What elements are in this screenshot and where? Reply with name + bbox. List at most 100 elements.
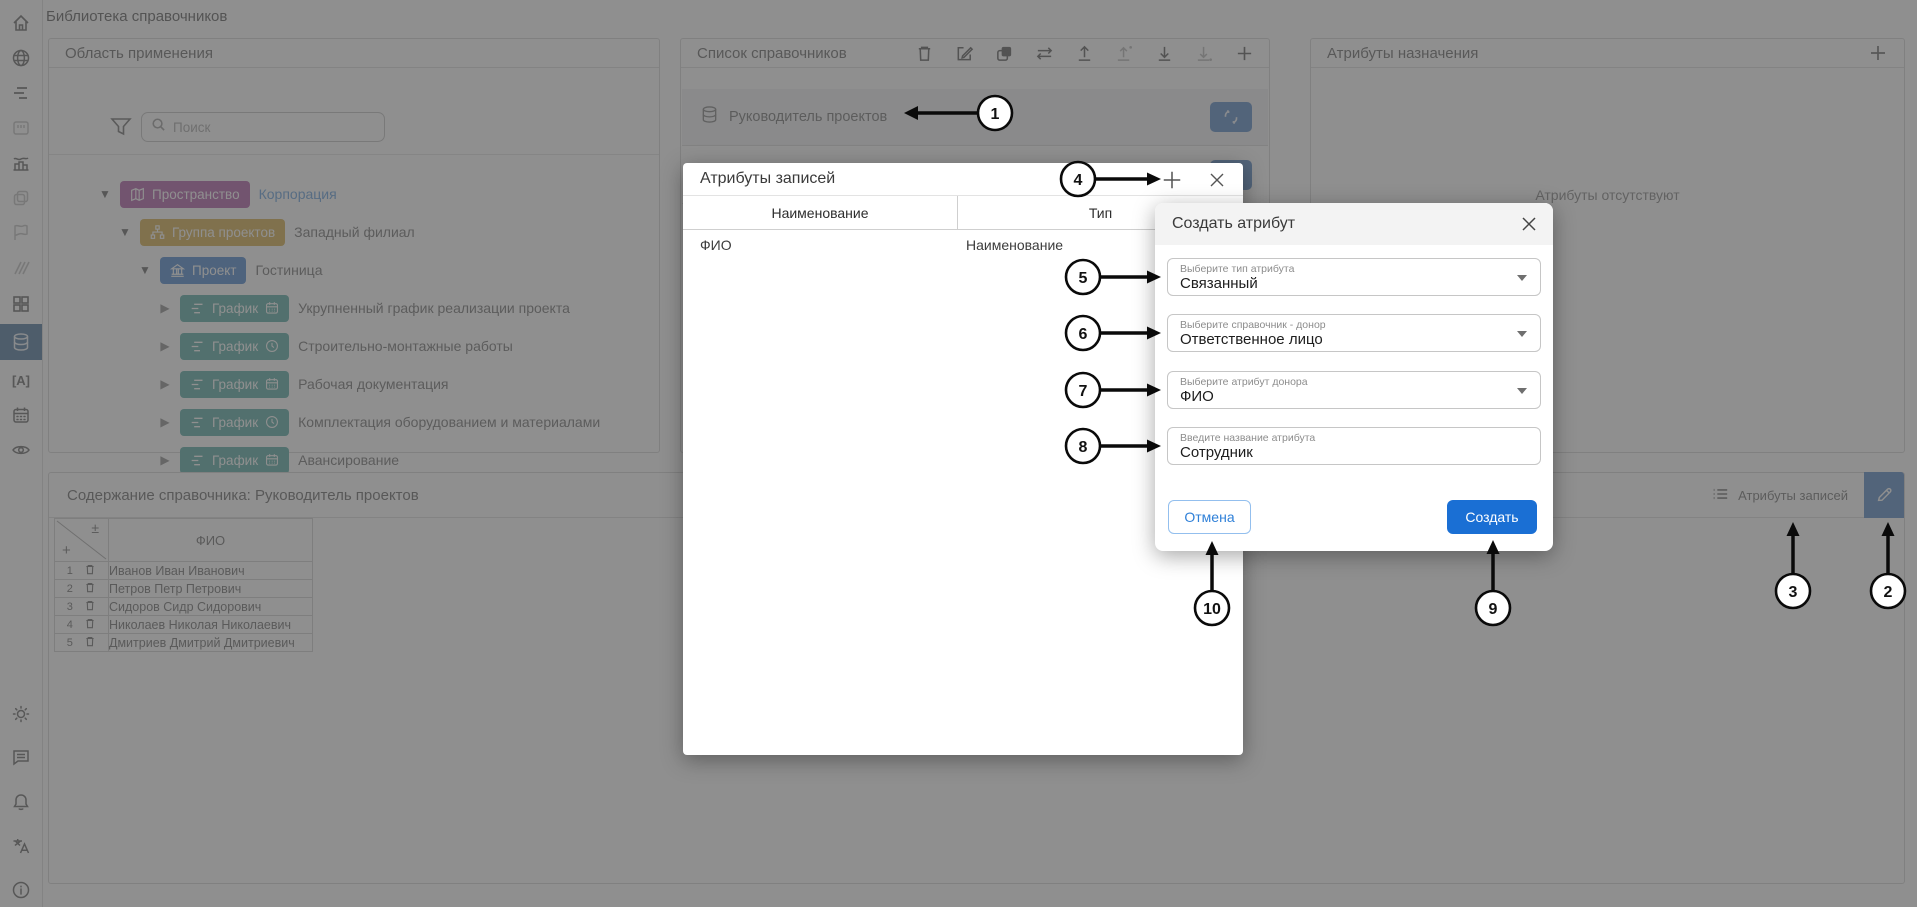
space-badge: Пространство [120, 181, 250, 208]
info-icon[interactable] [0, 873, 42, 907]
record-name: Петров Петр Петрович [109, 580, 313, 598]
sync-button[interactable] [1210, 102, 1252, 132]
grid-icon[interactable] [0, 287, 42, 321]
panel-icon[interactable] [0, 111, 42, 145]
filter-icon[interactable] [109, 115, 133, 144]
tree-item-label: Корпорация [259, 186, 337, 202]
hatch-icon[interactable] [0, 251, 42, 285]
sidebar: [A] [0, 0, 43, 907]
caret-down-icon[interactable]: ▼ [139, 263, 151, 277]
record-attrs-button[interactable]: Атрибуты записей [1711, 473, 1848, 518]
add-attribute-icon[interactable] [1868, 43, 1888, 68]
donor-attribute-select[interactable]: Выберите атрибут донора ФИО [1167, 371, 1541, 409]
close-icon[interactable] [1517, 212, 1541, 236]
add-icon[interactable] [1233, 41, 1255, 65]
empty-state-text: Атрибуты отсутствуют [1311, 187, 1904, 203]
dictionary-name: Руководитель проектов [729, 109, 1250, 125]
scope-panel-title: Область применения [49, 39, 659, 68]
tree-item-schedule[interactable]: ▶ График Строительно-монтажные работы [159, 330, 513, 362]
schedule-badge: График [180, 409, 289, 436]
add-row-icon[interactable]: + [62, 542, 71, 559]
close-icon[interactable] [1205, 168, 1229, 192]
tree-item-label: Строительно-монтажные работы [298, 338, 513, 354]
scope-panel: Область применения Поиск ▼ Пространство … [48, 38, 660, 453]
flag-icon[interactable] [0, 216, 42, 250]
table-row: 4 Николаев Николая Николаевич [55, 616, 313, 634]
search-placeholder: Поиск [173, 120, 210, 135]
caret-right-icon[interactable]: ▶ [159, 415, 171, 429]
eye-icon[interactable] [0, 433, 42, 467]
schedule-badge: График [180, 371, 289, 398]
database-icon[interactable] [0, 324, 42, 360]
tree-item-project-group[interactable]: ▼ Группа проектов Западный филиал [119, 216, 415, 248]
tree-item-schedule[interactable]: ▶ График Рабочая документация [159, 368, 449, 400]
bell-icon[interactable] [0, 785, 42, 819]
table-corner-cell[interactable]: + ± [55, 519, 109, 562]
caret-right-icon[interactable]: ▶ [159, 301, 171, 315]
delete-row-icon[interactable] [84, 581, 96, 597]
create-button[interactable]: Создать [1447, 500, 1537, 534]
field-value: Сотрудник [1180, 444, 1528, 462]
donor-dictionary-select[interactable]: Выберите справочник - донор Ответственно… [1167, 314, 1541, 352]
search-input[interactable]: Поиск [141, 112, 385, 142]
table-row: 1 Иванов Иван Иванович [55, 562, 313, 580]
tree-item-space[interactable]: ▼ Пространство Корпорация [99, 178, 337, 210]
add-remove-icon[interactable]: ± [91, 520, 99, 536]
dictionaries-toolbar [913, 41, 1255, 65]
text-attribute-icon[interactable]: [A] [0, 363, 42, 397]
tree-item-label: Авансирование [298, 452, 399, 468]
schedule-badge: График [180, 295, 289, 322]
upload-dot-icon[interactable] [1113, 41, 1135, 65]
globe-icon[interactable] [0, 41, 42, 75]
list-icon [1711, 485, 1729, 506]
download-dot-icon[interactable] [1193, 41, 1215, 65]
tree-item-schedule[interactable]: ▶ График Комплектация оборудованием и ма… [159, 406, 600, 438]
edit-content-button[interactable] [1864, 472, 1904, 518]
tree-item-label: Гостиница [255, 262, 322, 278]
copy-stack-icon[interactable] [0, 181, 42, 215]
tree-item-schedule[interactable]: ▶ График Укрупненный график реализации п… [159, 292, 570, 324]
add-record-attr-icon[interactable] [1160, 168, 1184, 192]
field-value: ФИО [1180, 388, 1528, 406]
caret-right-icon[interactable]: ▶ [159, 453, 171, 467]
records-table: + ± ФИО 1 Иванов Иван Иванович 2 Петров … [54, 518, 313, 652]
tree-item-project[interactable]: ▼ Проект Гостиница [139, 254, 323, 286]
trash-icon[interactable] [913, 41, 935, 65]
attribute-name-input[interactable]: Введите название атрибута Сотрудник [1167, 427, 1541, 465]
delete-row-icon[interactable] [84, 635, 96, 651]
caret-down-icon[interactable]: ▼ [119, 225, 131, 239]
chevron-down-icon [1517, 275, 1527, 281]
list-item-dictionary[interactable]: Руководитель проектов [682, 89, 1268, 146]
caret-down-icon[interactable]: ▼ [99, 187, 111, 201]
project-group-badge: Группа проектов [140, 219, 285, 246]
search-icon [151, 117, 166, 137]
database-icon [700, 105, 719, 129]
brightness-icon[interactable] [0, 697, 42, 731]
delete-row-icon[interactable] [84, 599, 96, 615]
edit-icon[interactable] [953, 41, 975, 65]
delete-row-icon[interactable] [84, 617, 96, 633]
caret-right-icon[interactable]: ▶ [159, 339, 171, 353]
cancel-button[interactable]: Отмена [1168, 500, 1251, 534]
comments-icon[interactable] [0, 740, 42, 774]
attribute-type-select[interactable]: Выберите тип атрибута Связанный [1167, 258, 1541, 296]
home-icon[interactable] [0, 6, 42, 40]
sort-lines-icon[interactable] [0, 76, 42, 110]
create-attr-dialog-title: Создать атрибут [1155, 203, 1553, 245]
caret-right-icon[interactable]: ▶ [159, 377, 171, 391]
field-label: Выберите справочник - донор [1180, 319, 1528, 331]
copy-icon[interactable] [993, 41, 1015, 65]
tree-item-label: Укрупненный график реализации проекта [298, 300, 570, 316]
delete-row-icon[interactable] [84, 563, 96, 579]
field-value: Связанный [1180, 275, 1528, 293]
calendar-icon[interactable] [0, 398, 42, 432]
translate-icon[interactable] [0, 829, 42, 863]
field-label: Выберите атрибут донора [1180, 376, 1528, 388]
download-icon[interactable] [1153, 41, 1175, 65]
project-badge: Проект [160, 257, 246, 284]
schedule-badge: График [180, 447, 289, 474]
chart-icon[interactable] [0, 146, 42, 180]
swap-icon[interactable] [1033, 41, 1055, 65]
column-name: Наименование [683, 196, 958, 229]
upload-icon[interactable] [1073, 41, 1095, 65]
